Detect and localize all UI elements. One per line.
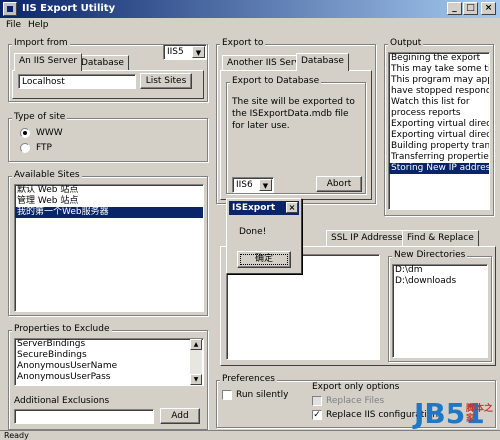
close-button[interactable]: ×: [481, 2, 496, 15]
list-sites-button[interactable]: List Sites: [140, 73, 192, 89]
run-silently-label: Run silently: [236, 390, 289, 400]
properties-scrollbar[interactable]: ▲ ▼: [190, 339, 202, 385]
preferences-legend: Preferences: [220, 374, 277, 384]
scroll-down-icon[interactable]: ▼: [190, 374, 202, 385]
property-item[interactable]: AnonymousUserPass: [15, 372, 203, 383]
output-line: This may take some time: [391, 64, 490, 74]
scroll-up-icon[interactable]: ▲: [190, 339, 202, 350]
title-bar: IIS Export Utility _ □ ×: [0, 0, 500, 18]
replace-config-checkbox[interactable]: ✓: [312, 410, 322, 420]
site-item-selected[interactable]: 我的第一个Web服务器: [15, 207, 203, 218]
run-silently-checkbox[interactable]: [222, 390, 232, 400]
export-version-value: IIS6: [236, 180, 253, 190]
radio-ftp[interactable]: [20, 143, 30, 153]
properties-legend: Properties to Exclude: [12, 324, 112, 334]
export-to-database-legend: Export to Database: [230, 76, 322, 86]
output-line: Watch this list for: [391, 97, 470, 107]
radio-ftp-label: FTP: [36, 143, 52, 153]
export-only-legend: Export only options: [312, 382, 400, 392]
dialog-close-button[interactable]: ×: [286, 202, 298, 213]
ok-button[interactable]: 确定: [237, 251, 291, 268]
import-from-legend: Import from: [12, 38, 70, 48]
export-version-select[interactable]: IIS6 ▼: [232, 177, 274, 193]
menu-bar: File Help: [0, 18, 500, 34]
add-button[interactable]: Add: [160, 408, 200, 424]
dialog-message: Done!: [239, 227, 267, 237]
export-to-legend: Export to: [220, 38, 266, 48]
properties-list[interactable]: ServerBindings SecureBindings AnonymousU…: [14, 338, 204, 386]
output-line-selected: Storing New IP addresses: [389, 163, 490, 174]
site-item[interactable]: 默认 Web 站点: [15, 185, 203, 196]
new-directories-list[interactable]: D:\dm D:\downloads: [392, 264, 488, 358]
app-icon: [3, 2, 17, 16]
tab-import-database[interactable]: Database: [76, 55, 129, 71]
new-directories-legend: New Directories: [392, 250, 468, 260]
available-sites-list[interactable]: 默认 Web 站点 管理 Web 站点 我的第一个Web服务器: [14, 184, 204, 312]
directory-item[interactable]: D:\dm: [393, 265, 487, 276]
server-input[interactable]: Localhost: [18, 74, 136, 89]
additional-exclusions-label: Additional Exclusions: [14, 396, 110, 406]
radio-www[interactable]: [20, 128, 30, 138]
tab-an-iis-server[interactable]: An IIS Server: [14, 53, 83, 71]
menu-file[interactable]: File: [6, 20, 21, 30]
import-version-value: IIS5: [167, 47, 184, 57]
directory-item[interactable]: D:\downloads: [393, 276, 487, 287]
tab-find-replace[interactable]: Find & Replace: [402, 230, 479, 246]
chevron-down-icon: ▼: [192, 46, 205, 58]
type-of-site-group: [8, 118, 208, 162]
menu-help[interactable]: Help: [28, 20, 49, 30]
output-list[interactable]: Begining the export This may take some t…: [388, 52, 490, 210]
additional-exclusions-input[interactable]: [14, 409, 154, 424]
output-line: Building property transfer list: [391, 141, 490, 151]
status-text: Ready: [4, 431, 29, 440]
watermark-sub: 脚本之家: [466, 404, 494, 424]
import-version-select[interactable]: IIS5 ▼: [163, 44, 207, 60]
replace-files-checkbox[interactable]: [312, 396, 322, 406]
type-of-site-legend: Type of site: [12, 112, 68, 122]
replace-files-label: Replace Files: [326, 396, 385, 406]
status-bar: Ready: [0, 430, 500, 440]
output-line: Exporting virtual directory JRo: [391, 130, 489, 140]
property-item[interactable]: SecureBindings: [15, 350, 203, 361]
output-line: have stopped responding: [391, 86, 489, 96]
tab-export-database[interactable]: Database: [296, 53, 349, 71]
window-title: IIS Export Utility: [22, 3, 116, 14]
maximize-button[interactable]: □: [463, 2, 478, 15]
output-line: process reports: [391, 108, 461, 118]
output-legend: Output: [388, 38, 424, 48]
output-line: This program may appear a: [391, 75, 489, 85]
output-line: Transferring properties....: [391, 152, 489, 162]
export-description: The site will be exported to the ISExpor…: [232, 97, 355, 131]
property-item[interactable]: AnonymousUserName: [15, 361, 203, 372]
abort-button[interactable]: Abort: [316, 176, 362, 192]
output-line: Begining the export: [391, 53, 481, 63]
minimize-button[interactable]: _: [447, 2, 462, 15]
tab-ssl-ip-addresses[interactable]: SSL IP Addresses: [326, 230, 413, 246]
available-sites-legend: Available Sites: [12, 170, 82, 180]
chevron-down-icon: ▼: [259, 179, 272, 191]
property-item[interactable]: ServerBindings: [15, 339, 203, 350]
radio-www-label: WWW: [36, 128, 63, 138]
site-item[interactable]: 管理 Web 站点: [15, 196, 203, 207]
output-line: Exporting virtual directory JRo: [391, 119, 489, 129]
isexport-dialog: ISExport × Done! 确定: [226, 198, 302, 274]
